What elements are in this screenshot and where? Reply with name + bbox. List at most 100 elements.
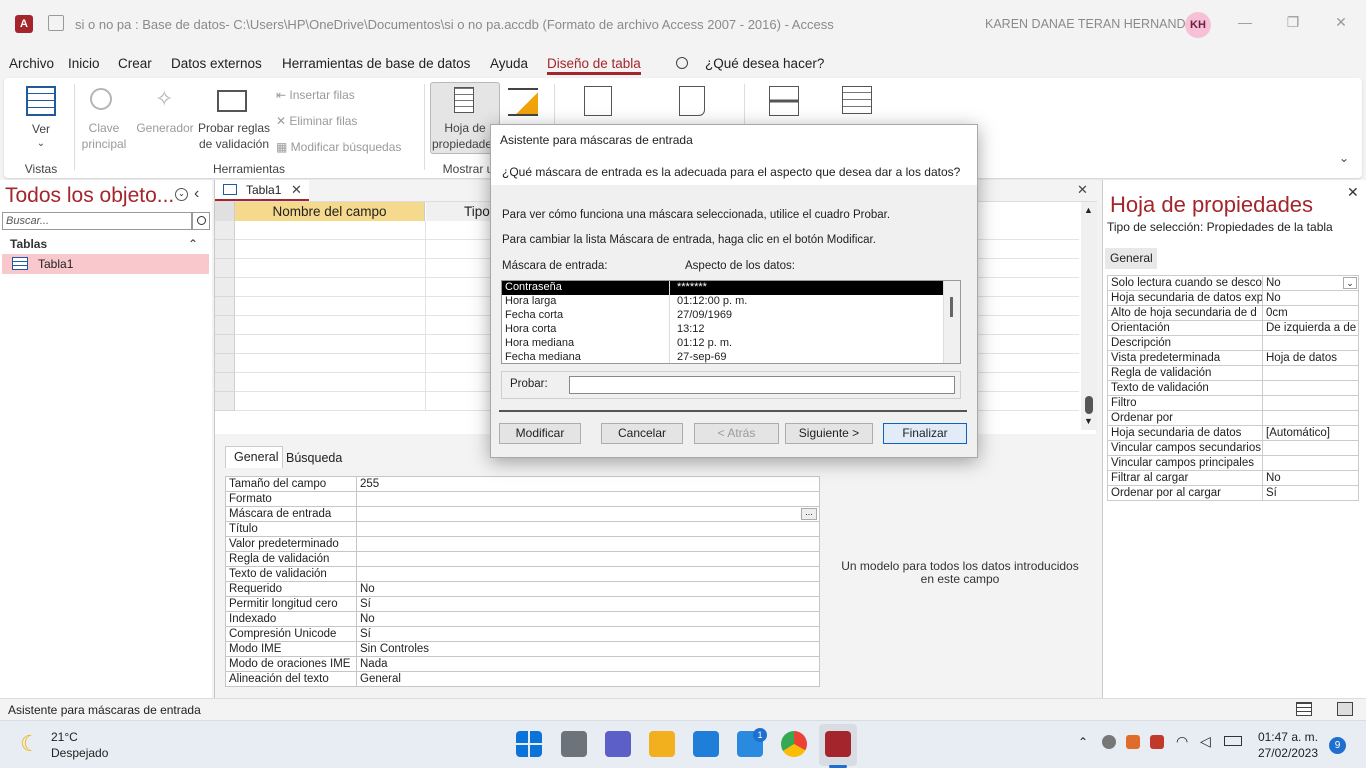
row-selector[interactable] — [215, 316, 235, 335]
property-tab-general[interactable]: General — [1105, 248, 1157, 269]
file-explorer-icon[interactable] — [649, 731, 675, 757]
row-selector[interactable] — [215, 259, 235, 278]
delete-rows-button[interactable]: ✕ Eliminar filas — [276, 113, 357, 129]
table-row[interactable]: Modo IME Sin Controles — [225, 641, 820, 657]
property-value[interactable]: Sí — [356, 626, 820, 642]
windows-start-icon[interactable] — [516, 731, 542, 757]
list-item[interactable]: Hora larga 01:12:00 p. m. — [502, 295, 944, 309]
list-item[interactable]: Contraseña ******* — [502, 281, 944, 295]
row-selector[interactable] — [215, 278, 235, 297]
property-value[interactable]: 255 — [356, 476, 820, 492]
weather-condition[interactable]: Despejado — [51, 746, 108, 760]
property-value[interactable] — [356, 521, 820, 537]
table-row[interactable]: Formato — [225, 491, 820, 507]
finish-button[interactable]: Finalizar — [883, 423, 967, 444]
property-value[interactable]: Sí — [356, 596, 820, 612]
close-button[interactable]: ✕ — [1331, 14, 1351, 34]
nav-title[interactable]: Todos los objeto... — [5, 184, 174, 208]
property-value[interactable]: Sin Controles — [356, 641, 820, 657]
table-row[interactable]: Solo lectura cuando se desco No ⌄ — [1107, 275, 1359, 291]
tab-busqueda[interactable]: Búsqueda — [286, 451, 342, 465]
property-value[interactable]: General — [356, 671, 820, 687]
row-selector[interactable] — [215, 240, 235, 259]
property-value[interactable]: [Automático] — [1262, 425, 1359, 441]
table-row[interactable]: Título — [225, 521, 820, 537]
row-selector[interactable] — [215, 354, 235, 373]
table-row[interactable]: Filtrar al cargar No — [1107, 470, 1359, 486]
view-button-label[interactable]: Ver — [24, 121, 58, 137]
property-value[interactable]: No — [356, 611, 820, 627]
table-row[interactable]: Filtro — [1107, 395, 1359, 411]
close-property-sheet-icon[interactable]: ✕ — [1347, 184, 1359, 201]
security-icon[interactable] — [1150, 735, 1164, 749]
data-macros-icon[interactable] — [584, 86, 612, 116]
scrollbar-thumb[interactable] — [950, 297, 953, 317]
table-row[interactable]: Modo de oraciones IME Nada — [225, 656, 820, 672]
table-row[interactable]: Vista predeterminada Hoja de datos — [1107, 350, 1359, 366]
row-selector[interactable] — [215, 221, 235, 240]
property-value[interactable] — [1262, 335, 1359, 351]
property-value[interactable]: Nada — [356, 656, 820, 672]
test-validation-button[interactable]: Probar reglas de validación — [194, 120, 274, 152]
search-icon[interactable] — [676, 57, 688, 69]
property-value[interactable] — [356, 566, 820, 582]
property-value[interactable] — [356, 551, 820, 567]
table-row[interactable]: Requerido No — [225, 581, 820, 597]
property-value[interactable] — [1262, 410, 1359, 426]
property-value[interactable]: No ⌄ — [1262, 275, 1359, 291]
property-value[interactable]: 0cm — [1262, 305, 1359, 321]
list-item[interactable]: Fecha corta 27/09/1969 — [502, 309, 944, 323]
notification-badge[interactable]: 9 — [1329, 737, 1346, 754]
menu-ayuda[interactable]: Ayuda — [490, 56, 528, 71]
property-value[interactable] — [1262, 440, 1359, 456]
builder-ellipsis-button[interactable]: ... — [801, 508, 817, 520]
chevron-up-icon[interactable]: ⌃ — [188, 234, 198, 254]
table-row[interactable]: Permitir longitud cero Sí — [225, 596, 820, 612]
input-mask-value[interactable]: ... — [356, 506, 820, 522]
table-row[interactable]: Tamaño del campo 255 — [225, 476, 820, 492]
modify-button[interactable]: Modificar — [499, 423, 581, 444]
save-icon[interactable] — [48, 15, 64, 31]
show-hidden-icons[interactable]: ⌃ — [1078, 735, 1088, 749]
row-selector[interactable] — [215, 335, 235, 354]
clock-date[interactable]: 27/02/2023 — [1250, 746, 1318, 760]
column-header-type[interactable]: Tipo — [426, 202, 496, 221]
access-icon[interactable] — [825, 731, 851, 757]
table-row[interactable]: Indexado No — [225, 611, 820, 627]
table-row[interactable]: Ordenar por al cargar Sí — [1107, 485, 1359, 501]
list-item[interactable]: Hora corta 13:12 — [502, 323, 944, 337]
table-row[interactable]: Vincular campos secundarios — [1107, 440, 1359, 456]
row-selector[interactable] — [215, 373, 235, 392]
close-tab-icon[interactable]: ✕ — [291, 182, 302, 198]
store-icon[interactable] — [693, 731, 719, 757]
cancel-button[interactable]: Cancelar — [601, 423, 683, 444]
datasheet-view-icon[interactable] — [1296, 702, 1312, 716]
rename-macro-icon[interactable] — [679, 86, 705, 116]
battery-icon[interactable] — [1224, 736, 1242, 746]
tab-tabla1[interactable]: Tabla1 ✕ — [215, 180, 309, 201]
weather-temp[interactable]: 21°C — [51, 730, 78, 744]
scroll-down-icon[interactable]: ▼ — [1084, 416, 1093, 426]
property-value[interactable]: No — [1262, 470, 1359, 486]
menu-herramientas[interactable]: Herramientas de base de datos — [282, 56, 470, 71]
chrome-icon[interactable] — [781, 731, 807, 757]
list-scrollbar[interactable] — [943, 281, 960, 363]
list-item[interactable]: Fecha mediana 27-sep-69 — [502, 351, 944, 363]
table-row[interactable]: Descripción — [1107, 335, 1359, 351]
search-icon[interactable] — [192, 212, 210, 230]
column-header-field-name[interactable]: Nombre del campo — [235, 202, 425, 221]
table-row[interactable]: Vincular campos principales — [1107, 455, 1359, 471]
input-mask-list[interactable]: Contraseña ******* Hora larga 01:12:00 p. … — [501, 280, 961, 364]
menu-crear[interactable]: Crear — [118, 56, 152, 71]
builder-button[interactable]: Generador — [134, 120, 196, 136]
nav-item-tabla1[interactable]: Tabla1 — [2, 254, 209, 274]
table-row[interactable]: Compresión Unicode Sí — [225, 626, 820, 642]
property-value[interactable]: De izquierda a de — [1262, 320, 1359, 336]
menu-inicio[interactable]: Inicio — [68, 56, 100, 71]
back-button[interactable]: < Atrás — [694, 423, 779, 444]
nav-section-tablas[interactable]: Tablas ⌃ — [0, 234, 212, 254]
property-value[interactable]: No — [356, 581, 820, 597]
task-view-icon[interactable] — [561, 731, 587, 757]
menu-diseno-tabla[interactable]: Diseño de tabla — [547, 56, 641, 71]
indexes-icon[interactable] — [508, 88, 538, 116]
